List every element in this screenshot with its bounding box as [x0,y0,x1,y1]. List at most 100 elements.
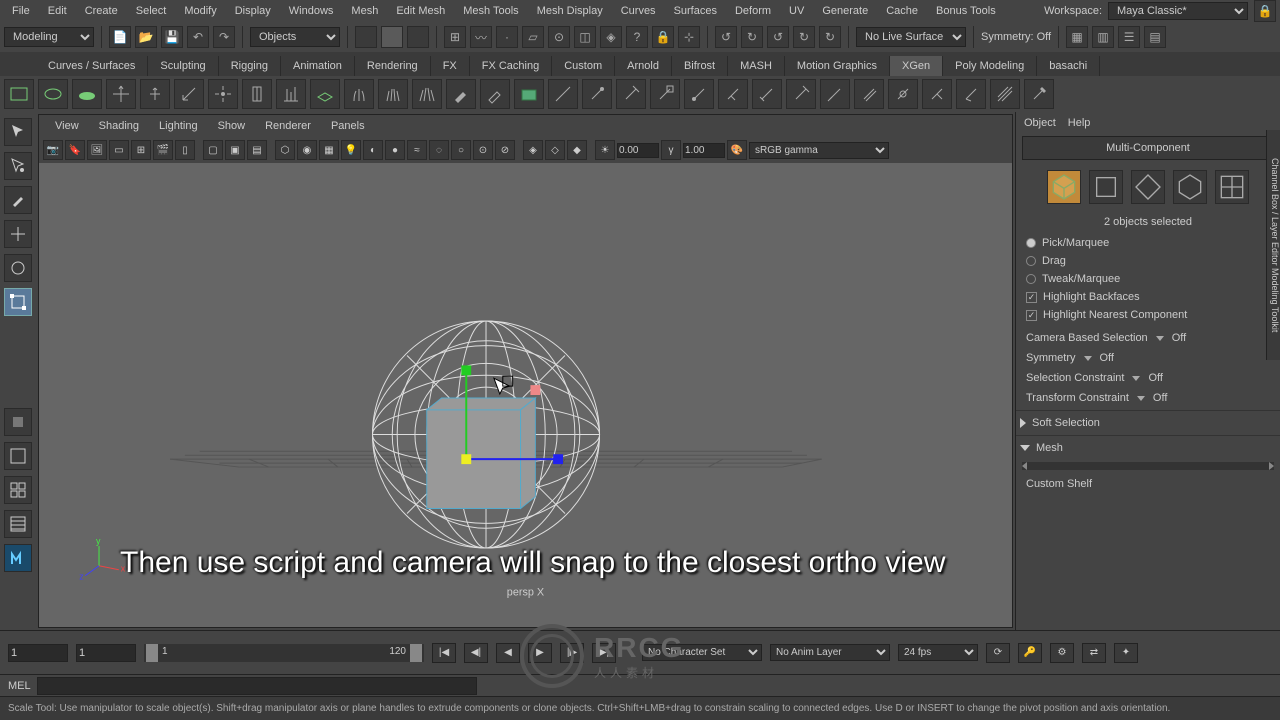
live-lock-icon[interactable]: 🔒 [652,26,674,48]
fps-select[interactable]: 24 fps [898,644,978,661]
vpmenu-shading[interactable]: Shading [91,118,147,134]
shelf-edit4-icon[interactable] [650,79,680,109]
last-tool[interactable] [4,408,32,436]
dd-selection-constraint[interactable]: Selection ConstraintOff [1026,368,1270,388]
vp-film-icon[interactable]: 🎬 [153,140,173,160]
menu-edit[interactable]: Edit [40,2,75,20]
shelf-edit6-icon[interactable] [718,79,748,109]
shelf-edit13-icon[interactable] [956,79,986,109]
sync-icon[interactable]: ⇄ [1082,643,1106,663]
shelf-edit7-icon[interactable] [752,79,782,109]
manip-center-handle[interactable] [461,454,471,464]
vpmenu-show[interactable]: Show [210,118,254,134]
soft-selection-header[interactable]: Soft Selection [1016,410,1280,435]
menu-mesh[interactable]: Mesh [343,2,386,20]
select-tool[interactable] [4,118,32,146]
snap-center-icon[interactable]: ⊙ [548,26,570,48]
layereditor-toggle-icon[interactable]: ☰ [1118,26,1140,48]
paint-select-tool[interactable] [4,186,32,214]
manip-y-handle[interactable] [461,365,471,375]
sel-hierarchy-icon[interactable] [355,26,377,48]
tab-sculpting[interactable]: Sculpting [148,56,218,76]
shelf-edit14-icon[interactable] [990,79,1020,109]
shelf-edit3-icon[interactable] [616,79,646,109]
history-in-icon[interactable]: ↺ [715,26,737,48]
dd-camera-based[interactable]: Camera Based SelectionOff [1026,328,1270,348]
vp-exposure-icon[interactable]: ☀ [595,140,615,160]
snap-grid-icon[interactable]: ⊞ [444,26,466,48]
menu-bonustools[interactable]: Bonus Tools [928,2,1004,20]
radio-drag[interactable]: Drag [1026,252,1270,270]
vp-shade3-icon[interactable]: ▤ [247,140,267,160]
vpmenu-lighting[interactable]: Lighting [151,118,206,134]
snap-toggle-icon[interactable]: ? [626,26,648,48]
play-back-button[interactable]: ◀ [496,643,520,663]
lasso-tool[interactable] [4,152,32,180]
vp-shade2-icon[interactable]: ▣ [225,140,245,160]
shelf-xgen-ellipse-icon[interactable] [38,79,68,109]
cmd-language[interactable]: MEL [8,680,31,692]
vpmenu-panels[interactable]: Panels [323,118,373,134]
time-slider[interactable]: 1 120 [144,644,424,662]
snap-point-icon[interactable]: · [496,26,518,48]
snap-curve-icon[interactable]: 〰 [470,26,492,48]
undo-icon[interactable]: ↶ [187,26,209,48]
vp-camera-icon[interactable]: 📷 [43,140,63,160]
shelf-edit2-icon[interactable] [582,79,612,109]
vpmenu-renderer[interactable]: Renderer [257,118,319,134]
selection-mode-dropdown[interactable]: Objects [250,27,340,47]
vp-gamma-input[interactable] [683,143,725,158]
shelf-plane-icon[interactable] [310,79,340,109]
history-out-icon[interactable]: ↻ [741,26,763,48]
tab-fx[interactable]: FX [431,56,470,76]
shelf-edit10-icon[interactable] [854,79,884,109]
snap-view-icon[interactable]: ◫ [574,26,596,48]
redo-icon[interactable]: ↷ [213,26,235,48]
mode-dropdown[interactable]: Modeling [4,27,94,47]
snap-plane-icon[interactable]: ▱ [522,26,544,48]
menu-cache[interactable]: Cache [878,2,926,20]
tab-basachi[interactable]: basachi [1037,56,1100,76]
vp-bookmark-icon[interactable]: 🔖 [65,140,85,160]
menu-deform[interactable]: Deform [727,2,779,20]
vp-shade1-icon[interactable]: ▢ [203,140,223,160]
rp-horiz-scrollbar[interactable] [1022,462,1274,470]
vp-aa-icon[interactable]: ◌ [429,140,449,160]
shelf-xgen-desc-icon[interactable] [4,79,34,109]
vp-tex-icon[interactable]: ▦ [319,140,339,160]
tab-polymodeling[interactable]: Poly Modeling [943,56,1037,76]
snap-surface-icon[interactable]: ◈ [600,26,622,48]
timeline-start-frame[interactable] [76,644,136,662]
new-scene-icon[interactable]: 📄 [109,26,131,48]
radio-pick-marquee[interactable]: Pick/Marquee [1026,234,1270,252]
timeline-current-frame[interactable] [8,644,68,662]
shelf-edit9-icon[interactable] [820,79,850,109]
vp-gate-icon[interactable]: ▯ [175,140,195,160]
menu-curves[interactable]: Curves [613,2,664,20]
tab-bifrost[interactable]: Bifrost [672,56,728,76]
sel-component-icon[interactable] [407,26,429,48]
shelf-edit8-icon[interactable] [786,79,816,109]
shelf-pivot-icon[interactable] [208,79,238,109]
maya-logo-icon[interactable] [4,544,32,572]
shelf-edit5-icon[interactable] [684,79,714,109]
modelingtk-toggle-icon[interactable]: ▤ [1144,26,1166,48]
manip-x-handle[interactable] [553,454,563,464]
step-back-button[interactable]: ◀| [464,643,488,663]
menu-file[interactable]: File [4,2,38,20]
vp-xray3-icon[interactable]: ◆ [567,140,587,160]
play-fwd-button[interactable]: ▶ [528,643,552,663]
symmetry-label[interactable]: Symmetry: Off [981,31,1051,43]
shelf-edit15-icon[interactable] [1024,79,1054,109]
vpmenu-view[interactable]: View [47,118,87,134]
rpmenu-object[interactable]: Object [1024,117,1056,129]
menu-meshdisplay[interactable]: Mesh Display [529,2,611,20]
mesh-section-header[interactable]: Mesh [1016,435,1280,460]
toolbox-toggle-icon[interactable]: ▦ [1066,26,1088,48]
tab-curves-surfaces[interactable]: Curves / Surfaces [36,56,148,76]
tab-fxcaching[interactable]: FX Caching [470,56,552,76]
save-scene-icon[interactable]: 💾 [161,26,183,48]
script-icon[interactable]: ✦ [1114,643,1138,663]
cmd-input[interactable] [37,677,477,695]
vp-gamma-icon[interactable]: γ [661,140,681,160]
